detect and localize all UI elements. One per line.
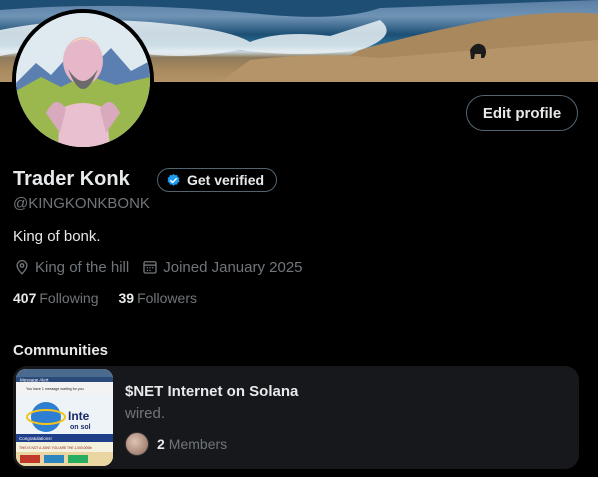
community-description: wired. <box>125 405 166 422</box>
profile-bio: King of bonk. <box>13 228 101 245</box>
profile-avatar[interactable] <box>12 9 154 151</box>
member-avatar <box>125 432 149 456</box>
following-label: Following <box>39 290 99 306</box>
location-pin-icon <box>16 260 28 275</box>
display-name: Trader Konk <box>13 168 130 190</box>
edit-profile-button[interactable]: Edit profile <box>466 95 578 131</box>
avatar-image <box>16 13 150 147</box>
thumb-big-text: Inte <box>68 409 90 423</box>
community-card[interactable]: Message Alert You have 1 message waiting… <box>13 366 579 469</box>
followers-label: Followers <box>137 290 197 306</box>
member-count: 2 <box>157 436 165 452</box>
member-label: Members <box>168 436 228 452</box>
community-thumbnail: Message Alert You have 1 message waiting… <box>16 369 113 466</box>
location-item: King of the hill <box>13 258 129 276</box>
follow-stats: 407 Following 39 Followers <box>13 290 197 306</box>
location-text: King of the hill <box>35 258 130 276</box>
edit-profile-label: Edit profile <box>482 104 562 122</box>
communities-heading: Communities <box>13 342 109 359</box>
user-handle: @KINGKONKBONK <box>13 195 150 212</box>
followers-link[interactable]: 39 Followers <box>119 290 197 306</box>
community-members: 2 Members <box>125 432 227 456</box>
calendar-icon <box>143 261 157 274</box>
joined-item: Joined January 2025 <box>141 258 303 276</box>
community-thumbnail-image: Message Alert You have 1 message waiting… <box>16 369 113 466</box>
thumb-congrats: Congratulations! <box>19 436 52 441</box>
get-verified-button[interactable]: Get verified <box>157 168 278 192</box>
get-verified-label: Get verified <box>187 172 265 188</box>
verified-badge-icon <box>167 173 180 186</box>
thumb-footer: THIS IS NOT A JOKE YOU ARE THE 1,000,000… <box>19 446 92 450</box>
joined-text: Joined January 2025 <box>163 258 303 276</box>
following-count: 407 <box>13 290 37 306</box>
following-link[interactable]: 407 Following <box>13 290 99 306</box>
thumb-message: You have 1 message waiting for you <box>26 387 84 391</box>
community-name: $NET Internet on Solana <box>125 383 299 400</box>
followers-count: 39 <box>118 290 135 306</box>
thumb-big-text-2: on sol <box>70 424 91 431</box>
profile-meta: King of the hill Joined January 2025 <box>13 258 315 276</box>
thumb-window-title: Message Alert <box>20 378 49 383</box>
